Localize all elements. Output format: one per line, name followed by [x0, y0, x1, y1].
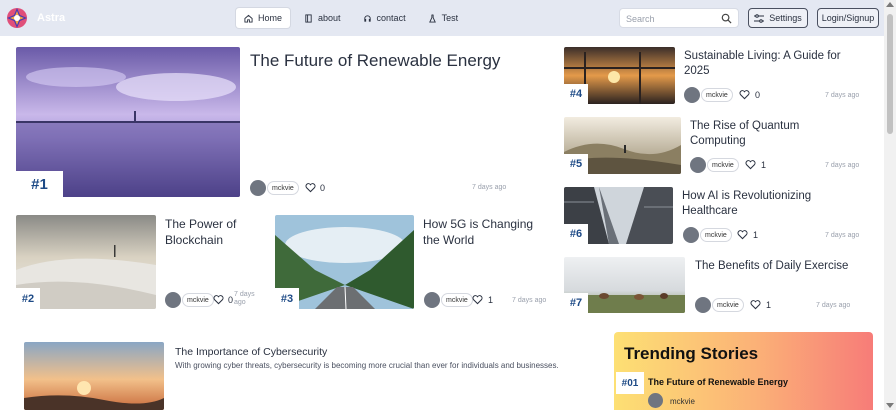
heart-icon[interactable]: [739, 89, 750, 100]
search-box: [619, 8, 739, 28]
search-input[interactable]: [626, 13, 722, 25]
article-title-4[interactable]: Sustainable Living: A Guide for 2025: [684, 49, 864, 79]
top-navbar: Astra Home about contact Test Settings L…: [0, 0, 884, 36]
nav-home[interactable]: Home: [236, 8, 291, 28]
nav-contact-label: contact: [376, 13, 406, 23]
article-rank-6: #6: [564, 224, 588, 244]
trending-heading: Trending Stories: [624, 344, 759, 363]
book-icon: [305, 13, 312, 23]
article-time: 7 days ago: [816, 302, 851, 309]
article-title-6[interactable]: How AI is Revolutionizing Healthcare: [682, 189, 862, 219]
feature-title[interactable]: The Importance of Cybersecurity: [175, 346, 327, 360]
article-time: 7 days ago: [234, 291, 255, 307]
headset-icon: [363, 14, 371, 22]
article-rank-5: #5: [564, 154, 588, 174]
scroll-up-arrow-icon[interactable]: [886, 2, 894, 7]
author-chip[interactable]: mckvie: [700, 228, 732, 242]
like-count: 0: [755, 90, 761, 100]
author-chip[interactable]: mckvie: [441, 293, 473, 307]
trending-stories-panel: Trending Stories #01 The Future of Renew…: [614, 332, 873, 410]
article-title-3[interactable]: How 5G is Changing the World: [423, 217, 548, 248]
author-avatar[interactable]: [684, 87, 700, 103]
feature-image[interactable]: [24, 342, 164, 410]
nav-home-label: Home: [258, 13, 283, 23]
heart-icon[interactable]: [472, 294, 483, 305]
brand-name[interactable]: Astra: [37, 12, 65, 24]
home-icon: [244, 14, 253, 23]
author-avatar[interactable]: [690, 157, 706, 173]
article-rank-3: #3: [275, 288, 299, 309]
author-chip[interactable]: mckvie: [182, 293, 214, 307]
nav-about[interactable]: about: [296, 8, 349, 28]
nav-contact[interactable]: contact: [355, 8, 414, 28]
like-count: 0: [228, 295, 234, 305]
like-count: 1: [488, 295, 494, 305]
trending-item-title[interactable]: The Future of Renewable Energy: [648, 377, 788, 387]
article-title-7[interactable]: The Benefits of Daily Exercise: [695, 259, 870, 274]
article-rank-4: #4: [564, 84, 588, 104]
nav-about-label: about: [318, 13, 341, 23]
like-count: 0: [320, 183, 326, 193]
article-time: 7 days ago: [512, 297, 547, 304]
article-time: 7 days ago: [825, 232, 860, 239]
author-avatar[interactable]: [695, 297, 711, 313]
author-avatar[interactable]: [165, 292, 181, 308]
feature-description: With growing cyber threats, cybersecurit…: [175, 361, 559, 370]
author-chip[interactable]: mckvie: [707, 158, 739, 172]
article-title-1[interactable]: The Future of Renewable Energy: [250, 50, 550, 72]
scroll-thumb[interactable]: [887, 14, 893, 134]
heart-icon[interactable]: [305, 182, 316, 193]
login-label: Login/Signup: [821, 13, 875, 23]
author-avatar[interactable]: [250, 180, 266, 196]
trending-rank: #01: [616, 372, 644, 394]
article-title-2[interactable]: The Power of Blockchain: [165, 217, 260, 248]
page-scrollbar[interactable]: [884, 0, 896, 410]
heart-icon[interactable]: [213, 294, 224, 305]
article-title-5[interactable]: The Rise of Quantum Computing: [690, 119, 840, 149]
nav-test[interactable]: Test: [420, 8, 467, 28]
article-time: 7 days ago: [825, 162, 860, 169]
nav-test-label: Test: [441, 13, 459, 23]
author-avatar[interactable]: [683, 227, 699, 243]
scroll-down-arrow-icon[interactable]: [886, 403, 894, 408]
search-icon[interactable]: [721, 13, 732, 24]
like-count: 1: [766, 300, 772, 310]
like-count: 1: [753, 230, 759, 240]
logo-icon[interactable]: [6, 7, 28, 29]
author-avatar[interactable]: [424, 292, 440, 308]
main-nav: Home about contact Test: [236, 8, 466, 28]
author-chip[interactable]: mckvie: [267, 181, 299, 195]
article-time: 7 days ago: [472, 184, 507, 191]
settings-button[interactable]: Settings: [748, 8, 808, 28]
sliders-icon: [754, 13, 765, 23]
author-chip[interactable]: mckvie: [712, 298, 744, 312]
author-chip[interactable]: mckvie: [701, 88, 733, 102]
flask-icon: [428, 13, 436, 23]
article-rank-2: #2: [16, 288, 40, 309]
heart-icon[interactable]: [750, 299, 761, 310]
settings-label: Settings: [769, 13, 802, 23]
login-signup-button[interactable]: Login/Signup: [817, 8, 879, 28]
article-rank-7: #7: [564, 293, 588, 313]
article-time: 7 days ago: [825, 92, 860, 99]
heart-icon[interactable]: [745, 159, 756, 170]
heart-icon[interactable]: [737, 229, 748, 240]
article-rank-1: #1: [16, 171, 63, 197]
author-avatar[interactable]: [648, 393, 663, 408]
like-count: 1: [761, 160, 767, 170]
trending-item-author[interactable]: mckvie: [670, 397, 695, 406]
